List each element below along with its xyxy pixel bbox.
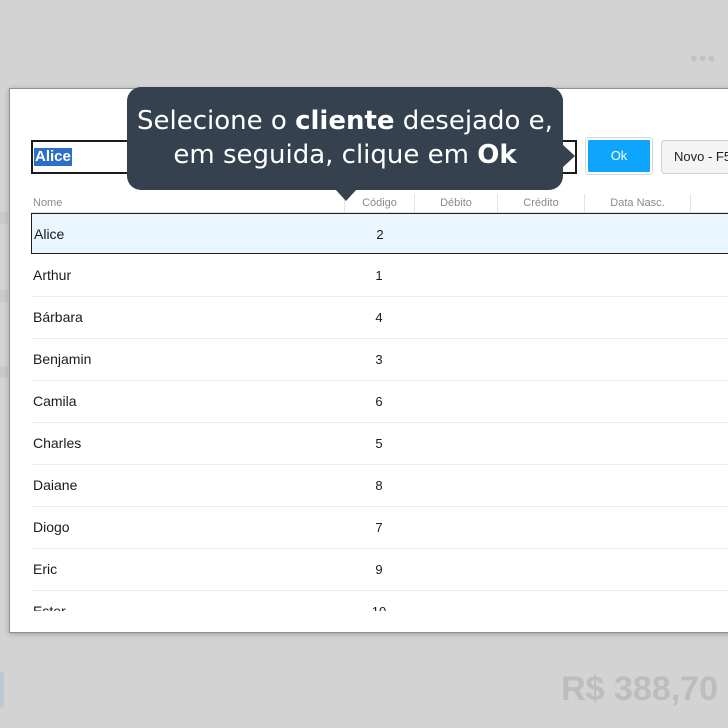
column-header-nome[interactable]: Nome <box>33 194 62 213</box>
client-name: Daiane <box>33 477 78 493</box>
table-row[interactable]: Daiane 8 <box>31 465 728 507</box>
client-name: Diogo <box>33 519 70 535</box>
column-header-data-nasc[interactable]: Data Nasc. <box>584 194 691 213</box>
column-header-credito[interactable]: Crédito <box>497 194 584 213</box>
client-code: 9 <box>375 562 383 577</box>
client-code: 7 <box>375 520 383 535</box>
background-side-chip <box>0 672 4 708</box>
table-row[interactable]: Bárbara 4 <box>31 297 728 339</box>
client-code: 6 <box>375 394 383 409</box>
client-code: 10 <box>344 591 414 611</box>
client-name: Arthur <box>33 267 72 283</box>
table-row[interactable]: Charles 5 <box>31 423 728 465</box>
table-row[interactable]: Ester 10 <box>31 591 728 611</box>
client-code: 8 <box>375 478 383 493</box>
client-name: Eric <box>33 561 58 577</box>
client-list: Alice 2 Arthur 1 Bárbara 4 Benjamin 3 Ca… <box>31 213 728 611</box>
new-client-button[interactable]: Novo - F5 <box>661 140 728 174</box>
ok-button[interactable]: Ok <box>586 138 652 174</box>
background-ghost-mark <box>0 366 8 378</box>
tutorial-tooltip: Selecione o cliente desejado e, em segui… <box>127 87 563 190</box>
client-code: 2 <box>376 227 384 242</box>
client-code: 5 <box>375 436 383 451</box>
background-ghost-mark <box>0 290 8 302</box>
background-total-amount: R$ 388,70 <box>561 670 718 708</box>
table-row[interactable]: Camila 6 <box>31 381 728 423</box>
client-code: 1 <box>375 268 383 283</box>
tooltip-line-1: Selecione o cliente desejado e, <box>137 106 553 136</box>
column-header-debito[interactable]: Débito <box>414 194 497 213</box>
client-name: Ester <box>33 603 66 611</box>
tooltip-pointer-right <box>562 144 575 168</box>
more-options-icon: ••• <box>690 46 717 71</box>
tooltip-line-2: em seguida, clique em Ok <box>173 140 517 170</box>
client-name: Benjamin <box>33 351 92 367</box>
search-selected-text: Alice <box>34 148 72 166</box>
table-row[interactable]: Eric 9 <box>31 549 728 591</box>
table-header: Nome Código Débito Crédito Data Nasc. <box>31 194 728 213</box>
table-row[interactable]: Diogo 7 <box>31 507 728 549</box>
background-ghost-mark <box>0 212 8 224</box>
client-name: Bárbara <box>33 309 83 325</box>
tooltip-pointer-down <box>335 189 357 201</box>
table-row-selected[interactable]: Alice 2 <box>31 213 728 254</box>
client-code: 3 <box>375 352 383 367</box>
table-row[interactable]: Arthur 1 <box>31 255 728 297</box>
client-name: Camila <box>33 393 77 409</box>
client-code: 4 <box>375 310 383 325</box>
client-name: Alice <box>34 226 65 242</box>
client-name: Charles <box>33 435 82 451</box>
table-row[interactable]: Benjamin 3 <box>31 339 728 381</box>
